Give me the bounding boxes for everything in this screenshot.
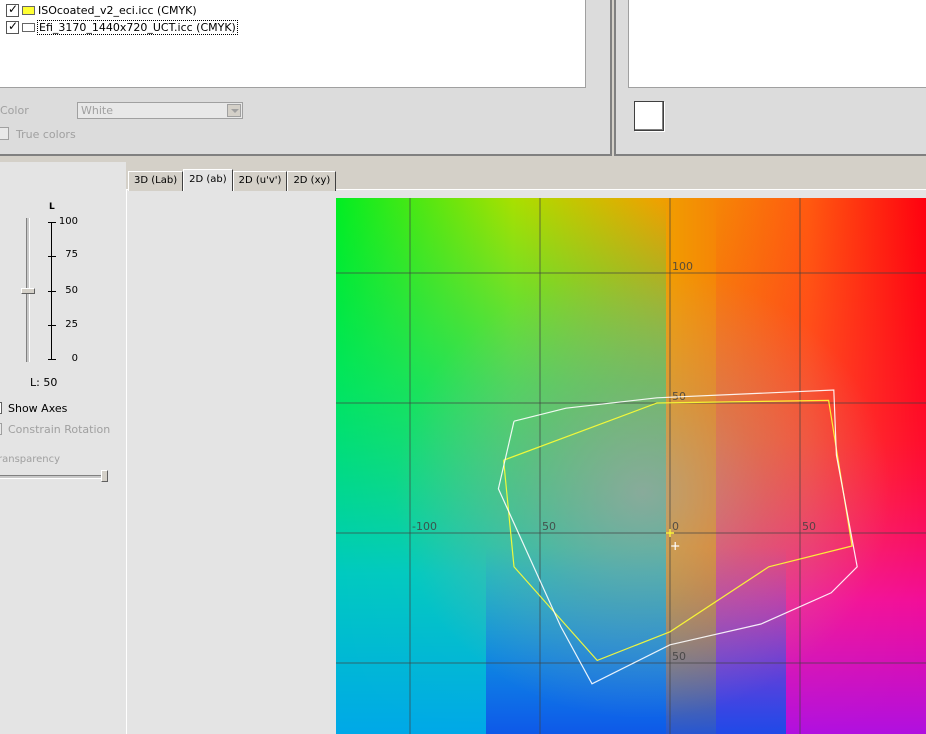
profile-row-efi[interactable]: Efi_3170_1440x720_UCT.icc (CMYK) [6,19,238,35]
ab-tick-label: 50 [672,650,686,663]
constrain-rotation-checkbox[interactable] [0,423,2,435]
lightness-tick-label: 25 [65,319,78,330]
constrain-rotation-label: Constrain Rotation [8,423,111,436]
profile-row-isocoated[interactable]: ISOcoated_v2_eci.icc (CMYK) [6,2,198,17]
transparency-slider-track[interactable] [0,475,106,479]
profile-list: ISOcoated_v2_eci.icc (CMYK) Efi_3170_144… [0,0,586,88]
profile-checkbox-efi[interactable] [6,19,19,34]
lightness-tick-label: 100 [58,216,78,227]
lightness-tick [48,222,56,223]
transparency-label: ransparency [0,454,61,465]
tab-3d-lab[interactable]: 3D (Lab) [128,171,184,191]
profile-name: ISOcoated_v2_eci.icc (CMYK) [38,3,197,17]
color-label: Color [0,104,29,117]
ab-tick-label: -100 [412,520,437,533]
profile-color-swatch[interactable] [22,22,35,32]
lightness-slider-thumb[interactable] [21,288,35,294]
tab-2d-uv[interactable]: 2D (u'v') [232,171,288,191]
view-tabs: 3D (Lab) 2D (ab) 2D (u'v') 2D (xy) [128,169,337,191]
tab-2d-xy[interactable]: 2D (xy) [287,171,337,191]
ab-tick-label: 50 [802,520,816,533]
show-axes-checkbox[interactable] [0,402,2,414]
view-controls: L 100 75 50 25 0 L: 50 Show Axes Constra… [0,162,126,734]
lightness-value: L: 50 [30,376,58,389]
lightness-tick [48,325,56,326]
color-picker-button[interactable] [634,101,664,131]
transparency-slider-thumb[interactable] [101,470,108,482]
lightness-tick [48,256,56,257]
lightness-axis-title: L [49,202,55,212]
true-colors-label: True colors [16,128,76,141]
tab-2d-ab[interactable]: 2D (ab) [183,169,233,191]
ab-gamut-plot[interactable]: 100 50 -100 50 0 50 50 [336,198,926,734]
color-select[interactable]: White [77,102,243,119]
lightness-tick [48,359,56,360]
ab-color-field [336,198,926,734]
color-select-value: White [81,104,113,117]
ab-gamut-chart: 10050-100 50 0 5050 [336,198,926,734]
preview-box [628,0,926,88]
profile-panel: ISOcoated_v2_eci.icc (CMYK) Efi_3170_144… [0,0,612,156]
lightness-tick-label: 75 [65,249,78,260]
ab-tick-label: 100 [672,260,693,273]
true-colors-checkbox[interactable] [0,127,9,140]
lightness-tick-label: 0 [71,353,78,364]
profile-name: Efi_3170_1440x720_UCT.icc (CMYK) [37,19,238,35]
lightness-tick-label: 50 [65,285,78,296]
ab-tick-label: 50 [542,520,556,533]
chevron-down-icon[interactable] [227,104,241,117]
profile-color-swatch[interactable] [22,5,35,15]
profile-checkbox-isocoated[interactable] [6,2,19,17]
ab-tick-label: 0 [672,520,679,533]
lightness-tick [48,291,56,292]
show-axes-label: Show Axes [8,402,68,415]
preview-panel [614,0,926,156]
